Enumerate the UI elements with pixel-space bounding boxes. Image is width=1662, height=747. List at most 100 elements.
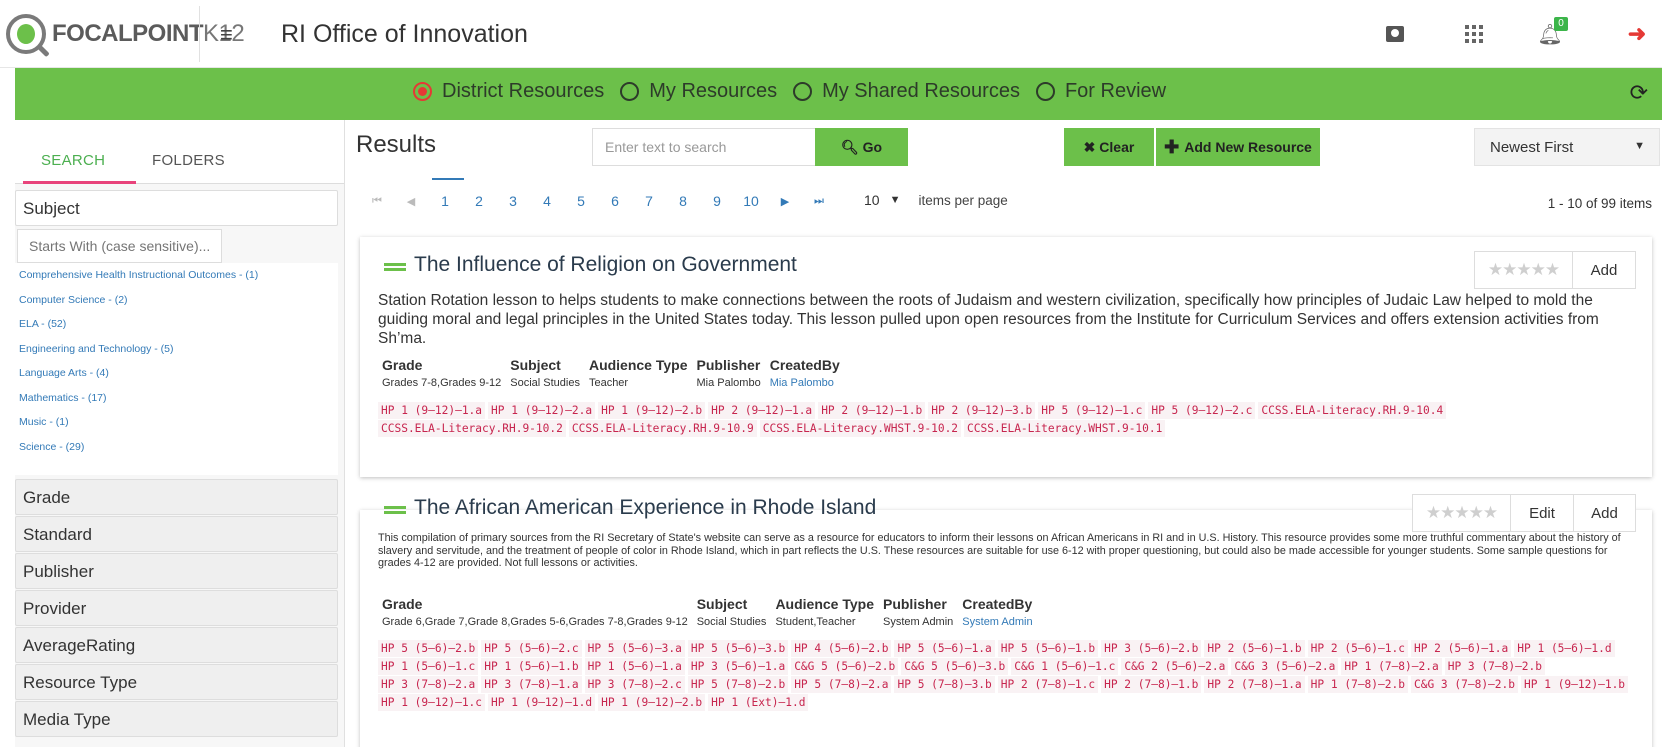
add-button[interactable]: Add [1573,495,1635,531]
subject-filter-input[interactable] [17,229,222,263]
standard-tag[interactable]: HP 2 (5–6)–1.a [1410,640,1512,657]
standard-tag[interactable]: HP 5 (5–6)–1.b [997,640,1099,657]
radio-district-resources[interactable]: District Resources [413,80,604,103]
standard-tag[interactable]: HP 5 (5–6)–2.c [481,640,582,657]
resource-title[interactable]: The Influence of Religion on Government [414,253,797,277]
subject-item[interactable]: Engineering and Technology - (5) [19,341,334,366]
page-link[interactable]: 4 [530,193,564,209]
standard-tag[interactable]: HP 5 (5–6)–1.a [894,640,995,657]
meta-created-by[interactable]: Mia Palombo [770,377,840,389]
standard-tag[interactable]: HP 1 (5–6)–1.b [481,658,582,675]
facet-grade[interactable]: Grade [15,479,338,515]
standard-tag[interactable]: C&G 3 (7–8)–2.b [1410,676,1519,693]
subject-item[interactable]: Comprehensive Health Instructional Outco… [19,267,334,292]
standard-tag[interactable]: HP 1 (9–12)–2.a [488,402,596,419]
next-page-icon[interactable]: ▶ [768,195,802,208]
facet-subject[interactable]: Subject [15,190,338,226]
standard-tag[interactable]: HP 5 (5–6)–3.a [584,640,685,657]
standard-tag[interactable]: HP 2 (5–6)–1.b [1204,640,1305,657]
page-link[interactable]: 5 [564,193,598,209]
standard-tag[interactable]: HP 1 (7–8)–2.a [1341,658,1442,675]
standard-tag[interactable]: HP 5 (7–8)–2.b [687,676,789,693]
page-link[interactable]: 3 [496,193,530,209]
standard-tag[interactable]: HP 3 (5–6)–1.a [687,658,789,675]
standard-tag[interactable]: HP 1 (Ext)–1.d [708,694,809,711]
logout-icon[interactable]: ➜ [1625,21,1649,46]
page-link[interactable]: 2 [462,193,496,209]
add-new-resource-button[interactable]: ✚ Add New Resource [1156,128,1320,166]
subject-item[interactable]: Mathematics - (17) [19,390,334,415]
go-button[interactable]: 🔍︎ Go [815,128,908,166]
page-link[interactable]: 8 [666,193,700,209]
page-size-select[interactable]: 10 ▼ items per page [864,192,1008,208]
add-button[interactable]: Add [1573,252,1635,288]
standard-tag[interactable]: CCSS.ELA-Literacy.WHST.9-10.2 [759,420,962,437]
standard-tag[interactable]: HP 1 (9–12)–2.b [598,402,706,419]
standard-tag[interactable]: C&G 5 (5–6)–2.b [791,658,899,675]
drag-handle-icon[interactable] [384,506,406,514]
standard-tag[interactable]: HP 4 (5–6)–2.b [791,640,892,657]
standard-tag[interactable]: HP 5 (5–6)–3.b [687,640,789,657]
standard-tag[interactable]: CCSS.ELA-Literacy.RH.9-10.2 [378,420,566,437]
prev-page-icon[interactable]: ◀ [394,195,428,208]
subject-item[interactable]: Music - (1) [19,414,334,439]
standard-tag[interactable]: C&G 5 (5–6)–3.b [901,658,1009,675]
standard-tag[interactable]: HP 3 (7–8)–1.a [481,676,582,693]
clear-button[interactable]: ✖ Clear [1064,128,1154,166]
radio-my-shared-resources[interactable]: My Shared Resources [793,80,1020,103]
standard-tag[interactable]: HP 1 (9–12)–2.b [598,694,706,711]
standard-tag[interactable]: HP 2 (7–8)–1.c [997,676,1099,693]
facet-publisher[interactable]: Publisher [15,553,338,589]
edit-button[interactable]: Edit [1511,495,1573,531]
standard-tag[interactable]: CCSS.ELA-Literacy.RH.9-10.9 [568,420,757,437]
standard-tag[interactable]: HP 5 (5–6)–2.b [378,640,479,657]
standard-tag[interactable]: HP 5 (9–12)–2.c [1148,402,1256,419]
page-link[interactable]: 10 [734,193,768,209]
facet-media-type[interactable]: Media Type [15,701,338,737]
search-input[interactable] [592,128,816,166]
standard-tag[interactable]: HP 5 (9–12)–1.c [1038,402,1146,419]
page-link[interactable]: 7 [632,193,666,209]
standard-tag[interactable]: HP 5 (7–8)–2.a [791,676,892,693]
page-link[interactable]: 6 [598,193,632,209]
standard-tag[interactable]: HP 2 (9–12)–1.a [708,402,816,419]
radio-my-resources[interactable]: My Resources [620,80,777,103]
standard-tag[interactable]: HP 1 (5–6)–1.a [584,658,685,675]
refresh-icon[interactable]: ⟳ [1630,80,1648,106]
standard-tag[interactable]: HP 2 (5–6)–1.c [1307,640,1408,657]
standard-tag[interactable]: CCSS.ELA-Literacy.RH.9-10.4 [1258,402,1447,419]
subject-item[interactable]: Computer Science - (2) [19,292,334,317]
menu-icon[interactable]: ≡ [220,22,233,48]
focalpoint-logo[interactable]: FOCALPOINTK12 [6,6,245,62]
rating-stars-icon[interactable]: ★★★★★ [1475,252,1573,288]
rating-stars-icon[interactable]: ★★★★★ [1413,495,1511,531]
standard-tag[interactable]: C&G 1 (5–6)–1.c [1011,658,1119,675]
standard-tag[interactable]: HP 1 (9–12)–1.c [378,694,486,711]
facet-average-rating[interactable]: AverageRating [15,627,338,663]
subject-item[interactable]: ELA - (52) [19,316,334,341]
apps-grid-icon[interactable] [1462,22,1486,46]
standard-tag[interactable]: HP 1 (9–12)–1.b [1521,676,1629,693]
standard-tag[interactable]: HP 2 (7–8)–1.a [1204,676,1305,693]
standard-tag[interactable]: HP 5 (7–8)–3.b [894,676,995,693]
radio-for-review[interactable]: For Review [1035,80,1166,103]
subject-item[interactable]: Language Arts - (4) [19,365,334,390]
subject-item[interactable]: Science - (29) [19,439,334,464]
drag-handle-icon[interactable] [384,263,406,271]
tab-search[interactable]: SEARCH [41,152,105,169]
facet-resource-type[interactable]: Resource Type [15,664,338,700]
standard-tag[interactable]: HP 3 (5–6)–2.b [1101,640,1202,657]
standard-tag[interactable]: HP 2 (7–8)–1.b [1101,676,1202,693]
standard-tag[interactable]: HP 3 (7–8)–2.b [1444,658,1546,675]
last-page-icon[interactable]: ⏭ [802,195,836,208]
standard-tag[interactable]: HP 1 (9–12)–1.d [488,694,596,711]
facet-standard[interactable]: Standard [15,516,338,552]
standard-tag[interactable]: HP 2 (9–12)–1.b [818,402,926,419]
standard-tag[interactable]: HP 1 (5–6)–1.c [378,658,479,675]
page-link[interactable]: 9 [700,193,734,209]
tab-folders[interactable]: FOLDERS [152,152,225,169]
contact-icon[interactable] [1383,22,1407,46]
standard-tag[interactable]: HP 1 (5–6)–1.d [1514,640,1615,657]
standard-tag[interactable]: HP 1 (7–8)–2.b [1307,676,1408,693]
page-link[interactable]: 1 [428,193,462,209]
